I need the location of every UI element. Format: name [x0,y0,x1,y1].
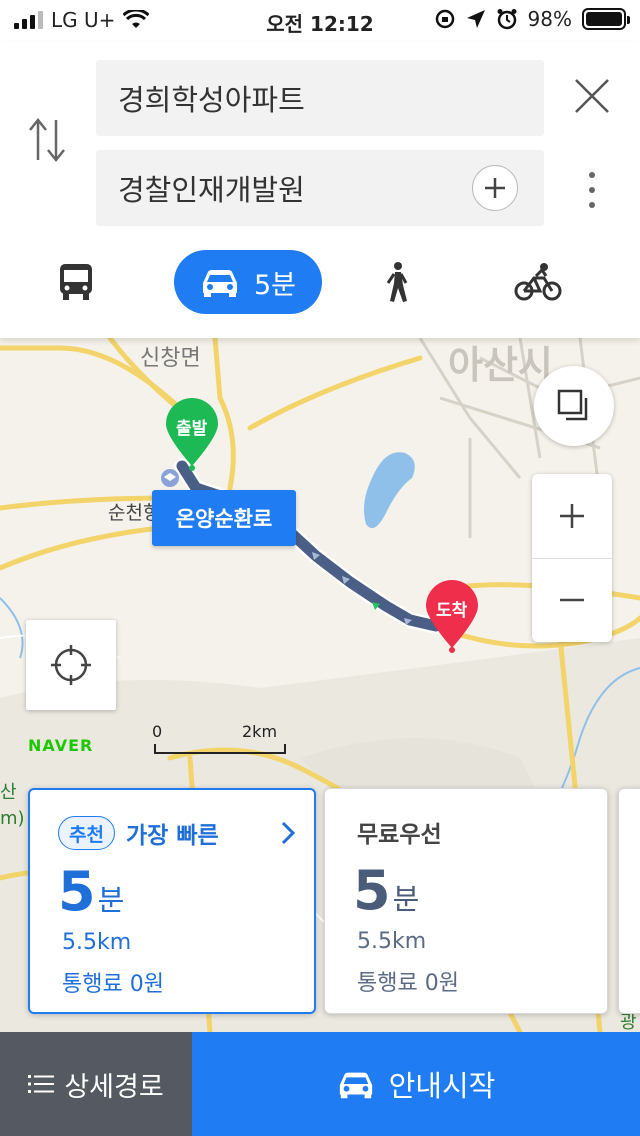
place-label-sinchang: 신창면 [140,346,201,371]
route-card-partial[interactable] [618,788,640,1014]
route-time: 5 분 [353,859,419,922]
mode-bike-button[interactable] [498,250,578,314]
zoom-in-button[interactable] [532,474,612,558]
end-pin-label: 도착 [436,601,468,621]
battery-icon [582,8,630,30]
destination-value: 경찰인재개발원 [118,173,305,207]
route-distance: 5.5km [357,929,427,954]
layers-button[interactable] [534,366,614,446]
car-icon [339,1072,372,1099]
route-time-unit: 분 [392,882,420,916]
route-toll: 통행료 0원 [62,972,164,997]
route-title: 무료우선 [357,822,442,848]
route-toll: 통행료 0원 [357,971,459,996]
start-label: 안내시작 [388,1069,496,1103]
edge-fragment-1: 산 [0,782,17,803]
chevron-right-icon[interactable] [280,820,296,846]
origin-value: 경희학성아파트 [118,83,305,117]
walk-icon [386,262,408,302]
start-pin-label: 출발 [176,419,208,439]
bus-icon [60,264,92,300]
close-icon[interactable] [572,76,612,116]
start-navigation-button[interactable]: 안내시작 [192,1032,640,1136]
details-button[interactable]: 상세경로 [0,1032,192,1136]
route-search-panel: 경희학성아파트 경찰인재개발원 5분 [0,42,640,338]
road-name-label: 온양순환로 [152,490,296,546]
route-time-unit: 분 [97,883,125,917]
status-bar: LG U+ 오전 12:12 98% [0,0,640,42]
swap-icon[interactable] [26,114,68,166]
origin-input[interactable]: 경희학성아파트 [96,60,544,136]
mode-car-button[interactable]: 5분 [174,250,322,314]
place-label-asan: 아산시 [448,343,553,387]
zoom-out-button[interactable] [532,559,612,643]
location-arrow-icon [466,10,485,28]
more-icon[interactable] [580,170,604,210]
locate-icon [51,645,91,685]
recommended-badge: 추천 [58,816,115,850]
list-icon [28,1075,55,1093]
edge-fragment-2: m) [0,808,25,829]
zoom-out-icon [560,599,584,602]
car-icon [202,270,237,297]
battery-percent: 98% [527,7,572,31]
naver-logo: NAVER [28,736,94,755]
map-scale: 0 2km [150,722,290,756]
route-time-value: 5 [58,860,96,923]
scale-bar [154,744,286,754]
details-label: 상세경로 [64,1071,164,1103]
layers-icon [557,389,588,421]
route-card-fastest[interactable]: 추천 가장 빠른 5 분 5.5km 통행료 0원 [28,788,316,1014]
route-time-value: 5 [353,859,391,922]
route-distance: 5.5km [62,930,132,955]
bike-icon [514,263,562,301]
zoom-in-icon [560,503,584,528]
add-waypoint-button[interactable] [472,165,518,211]
road-name-text: 온양순환로 [175,507,273,531]
current-location-button[interactable] [26,620,116,710]
zoom-control [532,474,612,642]
route-time: 5 분 [58,860,124,923]
scale-start-label: 0 [152,722,163,741]
alarm-icon [497,9,517,30]
car-time-label: 5분 [253,269,297,301]
bottom-action-bar: 상세경로 안내시작 [0,1032,640,1136]
scale-end-label: 2km [242,722,278,741]
route-title: 가장 빠른 [126,823,219,849]
destination-input[interactable]: 경찰인재개발원 [96,150,544,226]
rotation-lock-icon [435,9,454,29]
add-icon [485,178,505,198]
mode-transit-button[interactable] [36,250,116,314]
route-card-free[interactable]: 무료우선 5 분 5.5km 통행료 0원 [324,788,608,1014]
mode-walk-button[interactable] [356,250,436,314]
